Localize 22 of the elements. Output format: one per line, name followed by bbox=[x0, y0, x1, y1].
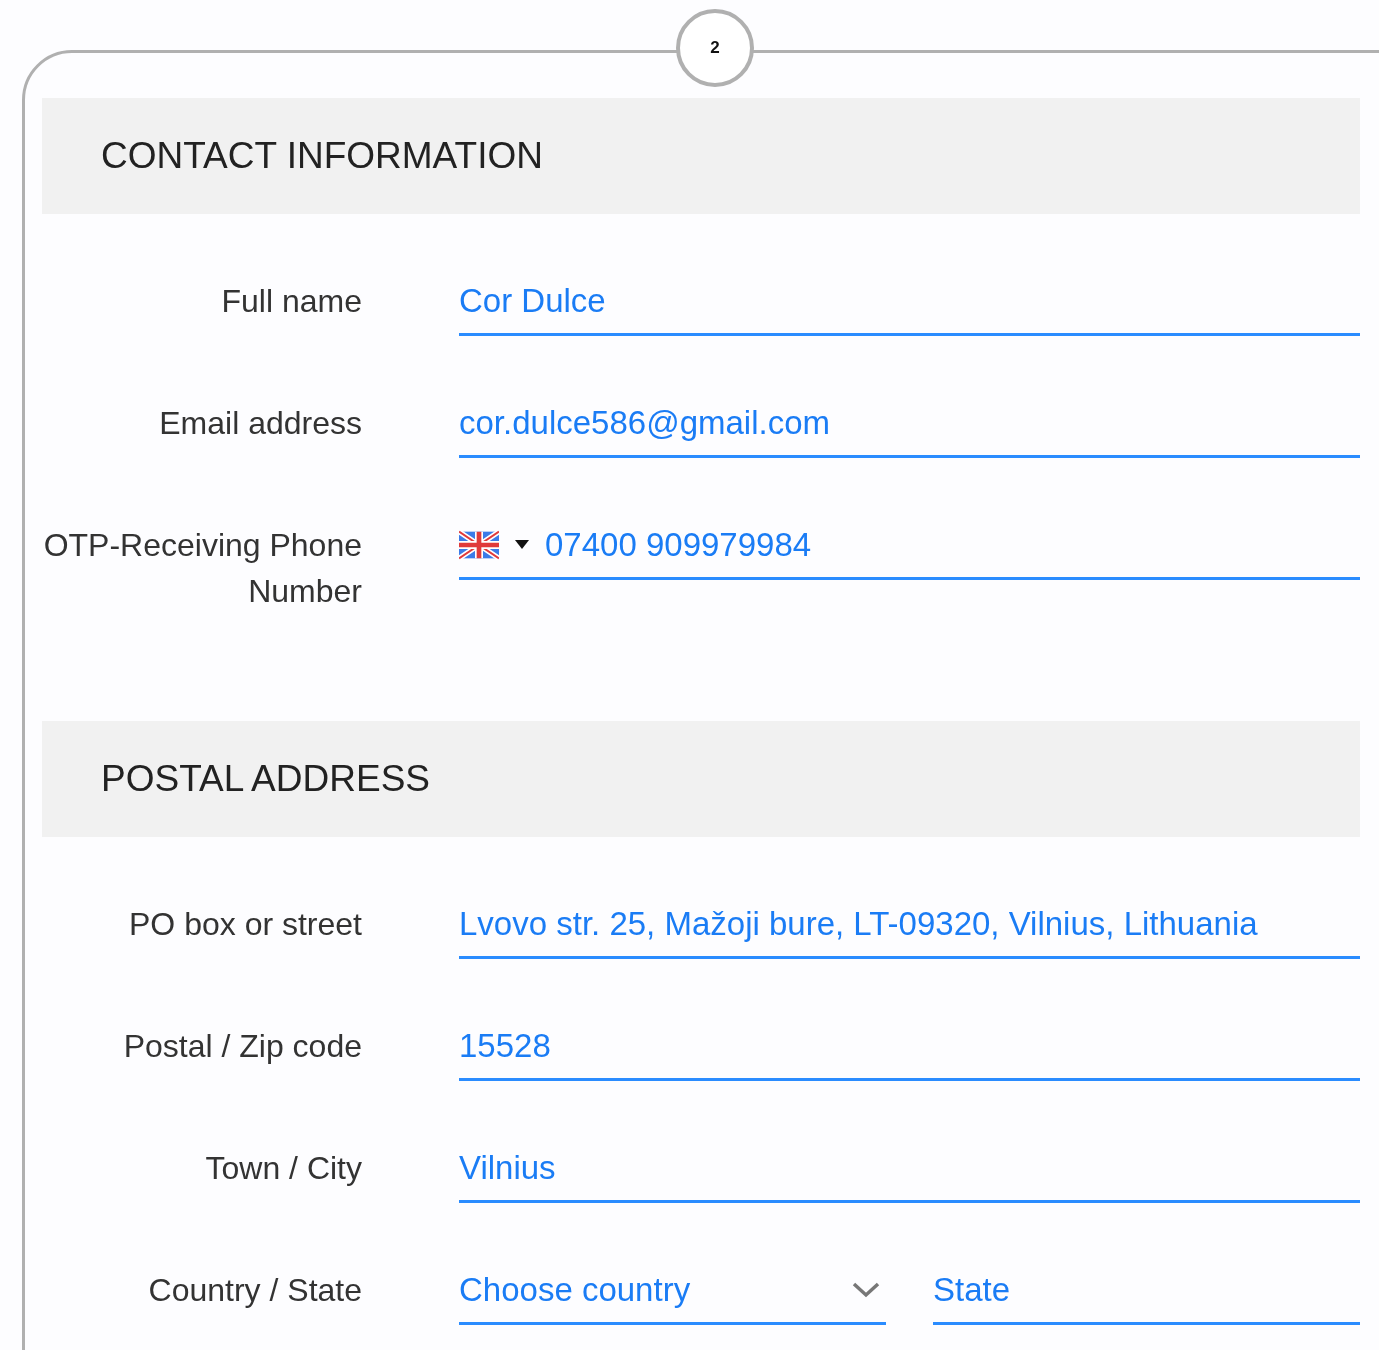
field-label: OTP-Receiving Phone Number bbox=[42, 526, 362, 611]
field-label: Town / City bbox=[204, 1149, 362, 1188]
state-field[interactable]: State bbox=[933, 1257, 1360, 1325]
step-badge: 2 bbox=[676, 9, 754, 87]
field-label: Email address bbox=[158, 404, 362, 443]
input-field[interactable]: 15528 bbox=[459, 1013, 1360, 1081]
field-label: Country / State bbox=[147, 1271, 362, 1310]
input-field[interactable]: Cor Dulce bbox=[459, 268, 1360, 336]
phone-field[interactable]: 07400 909979984 bbox=[459, 512, 1360, 580]
section-header: CONTACT INFORMATION bbox=[42, 98, 1360, 214]
chevron-down-icon bbox=[852, 1281, 880, 1298]
field-label: Full name bbox=[220, 282, 362, 321]
input-field[interactable]: cor.dulce586@gmail.com bbox=[459, 390, 1360, 458]
flag-icon bbox=[459, 529, 499, 560]
phone-number: 07400 909979984 bbox=[545, 525, 812, 564]
input-field[interactable]: Vilnius bbox=[459, 1135, 1360, 1203]
field-label: PO box or street bbox=[128, 905, 362, 944]
country-select[interactable]: Choose country bbox=[459, 1257, 886, 1325]
section-header: POSTAL ADDRESS bbox=[42, 721, 1360, 837]
dropdown-arrow-icon[interactable] bbox=[515, 539, 529, 550]
field-label: Postal / Zip code bbox=[122, 1027, 362, 1066]
input-field[interactable]: Lvovo str. 25, Mažoji bure, LT-09320, Vilnius, Lithuania bbox=[459, 891, 1360, 959]
